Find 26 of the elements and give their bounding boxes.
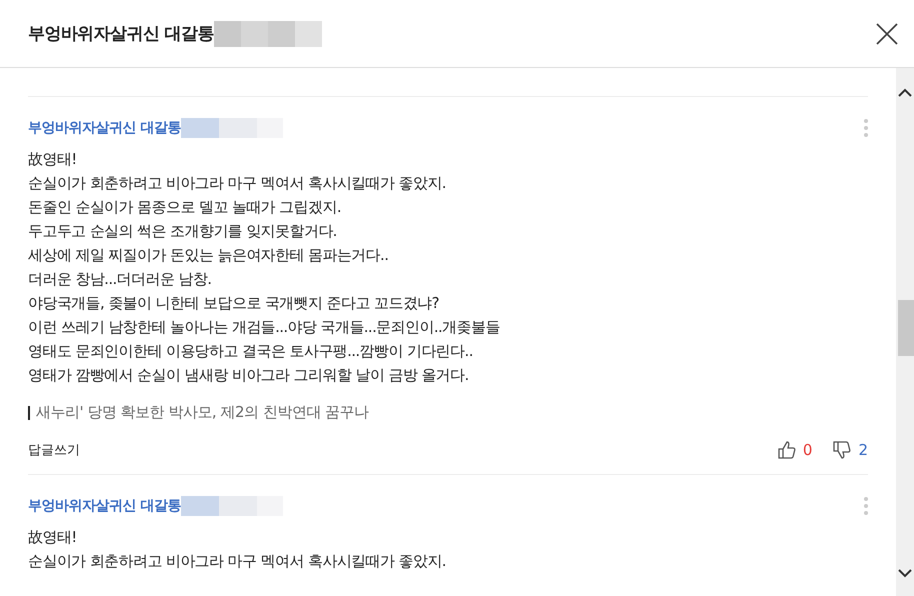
scroll-up-icon[interactable]	[898, 88, 912, 97]
comment-line: 돈줄인 순실이가 몸종으로 델꼬 놀때가 그립겠지.	[28, 197, 342, 218]
reply-link[interactable]: 답글쓰기	[28, 441, 80, 459]
comment-line: 세상에 제일 찌질이가 돈있는 늙은여자한테 몸파는거다..	[28, 245, 390, 266]
thumbs-up-icon[interactable]	[776, 440, 797, 460]
comment-author[interactable]: 부엉바위자살귀신 대갈통	[28, 119, 181, 137]
comment-line: 야당국개들, 좆불이 니한테 보답으로 국개뺏지 준다고 꼬드겼냐?	[28, 293, 440, 314]
scroll-thumb[interactable]	[898, 300, 914, 356]
scroll-down-icon[interactable]	[898, 569, 912, 578]
article-link[interactable]: 새누리' 당명 확보한 박사모, 제2의 친박연대 꿈꾸나	[36, 403, 369, 422]
thumbs-down-icon[interactable]	[832, 440, 852, 460]
comment-line: 순실이가 회춘하려고 비아그라 마구 멕여서 혹사시킬때가 좋았지.	[28, 173, 447, 194]
dislike-count: 2	[858, 441, 868, 459]
dialog-title: 부엉바위자살귀신 대갈통	[28, 23, 214, 45]
scrollbar[interactable]	[896, 68, 914, 596]
comment-line: 이런 쓰레기 남창한테 놀아나는 개검들...야당 국개들...문죄인이..개좆불들	[28, 317, 501, 338]
close-icon[interactable]	[876, 22, 898, 44]
comment-line: 故영태!	[28, 149, 78, 170]
comment-line: 영태도 문죄인이한테 이용당하고 결국은 토사구팽...깜빵이 기다린다..	[28, 341, 474, 362]
comment-line: 두고두고 순실의 썩은 조개향기를 잊지못할거다.	[28, 221, 338, 242]
comment-line: 더러운 창남...더더러운 남창.	[28, 269, 212, 290]
comment-line: 영태가 깜빵에서 순실이 냄새랑 비아그라 그리워할 날이 금방 올거다.	[28, 365, 470, 386]
comment-author[interactable]: 부엉바위자살귀신 대갈통	[28, 497, 181, 515]
comment-line: 순실이가 회춘하려고 비아그라 마구 멕여서 혹사시킬때가 좋았지.	[28, 551, 447, 572]
like-count: 0	[802, 441, 812, 459]
comment-line: 故영태!	[28, 527, 78, 548]
